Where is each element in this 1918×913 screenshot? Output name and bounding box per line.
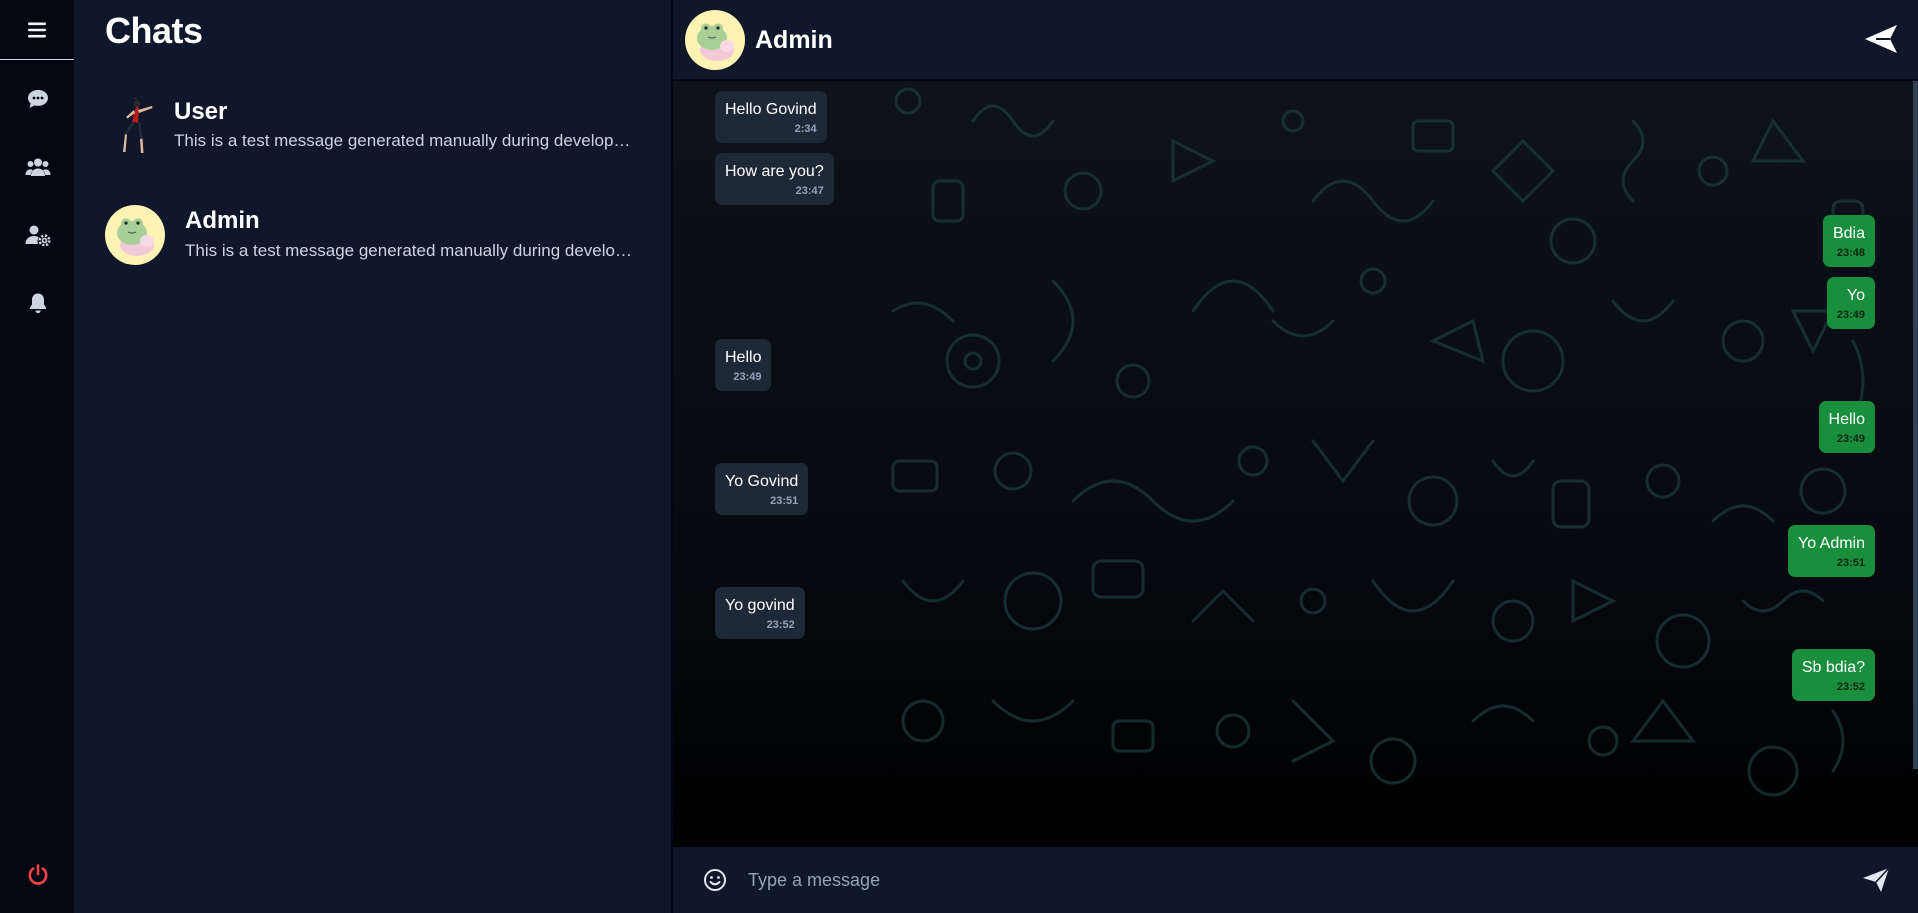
nav-groups-button[interactable]	[0, 133, 75, 201]
chat-bubble-icon	[27, 90, 48, 108]
user-settings-icon	[25, 225, 51, 246]
message-time: 23:52	[1836, 681, 1865, 693]
message-text: Yo Admin	[1797, 535, 1865, 552]
message-composer	[673, 847, 1918, 913]
send-icon[interactable]	[1862, 867, 1890, 893]
admin-avatar	[105, 205, 165, 265]
chat-list-item-user[interactable]: User This is a test message generated ma…	[75, 85, 673, 175]
chat-list-item-preview: This is a test message generated manuall…	[185, 241, 640, 260]
message-time: 2:34	[794, 123, 817, 135]
chat-list-panel: Chats User This is a test message genera…	[75, 0, 673, 913]
message-time: 23:49	[1836, 433, 1865, 445]
nav-notifications-button[interactable]	[0, 269, 75, 337]
navigation-rail	[0, 0, 75, 913]
message-input[interactable]	[746, 861, 1826, 899]
message-text: Bdia	[1832, 225, 1865, 242]
incoming-message[interactable]: How are you? 23:47	[715, 153, 834, 205]
users-icon	[25, 158, 50, 176]
message-time: 23:51	[1836, 557, 1865, 569]
scrollbar-thumb[interactable]	[1913, 81, 1918, 769]
user-avatar	[123, 97, 153, 153]
outgoing-message[interactable]: Sb bdia? 23:52	[1791, 649, 1875, 701]
background-doodle-pattern	[891, 87, 1865, 797]
chat-list-item-name: Admin	[185, 207, 260, 234]
bell-icon	[29, 293, 46, 314]
chat-list-item-preview: This is a test message generated manuall…	[174, 131, 644, 150]
message-scrollbar[interactable]	[1913, 81, 1918, 769]
nav-chats-button[interactable]	[0, 65, 75, 133]
message-text: Hello	[725, 349, 762, 366]
chat-list-item-name: User	[174, 98, 228, 125]
incoming-message[interactable]: Yo govind 23:52	[715, 587, 805, 639]
message-time: 23:52	[766, 619, 795, 631]
hamburger-menu-icon	[28, 22, 46, 37]
message-text: Sb bdia?	[1801, 659, 1865, 676]
outgoing-message[interactable]: Yo 23:49	[1826, 277, 1875, 329]
logout-button[interactable]	[0, 845, 75, 905]
message-text: Hello Govind	[725, 101, 817, 118]
conversation-avatar[interactable]	[685, 10, 745, 70]
paper-plane-left-icon[interactable]	[1864, 24, 1898, 54]
message-time: 23:51	[770, 495, 799, 507]
page-title: Chats	[105, 10, 203, 51]
message-list[interactable]: Hello Govind 2:34 How are you? 23:47 Bdia 23:…	[673, 81, 1918, 847]
outgoing-message[interactable]: Hello 23:49	[1818, 401, 1875, 453]
message-text: Hello	[1828, 411, 1865, 428]
message-text: Yo	[1846, 287, 1865, 304]
message-time: 23:49	[733, 371, 762, 383]
incoming-message[interactable]: Hello 23:49	[715, 339, 772, 391]
message-text: Yo govind	[725, 597, 795, 614]
nav-account-settings-button[interactable]	[0, 201, 75, 269]
power-icon	[28, 864, 47, 885]
incoming-message[interactable]: Yo Govind 23:51	[715, 463, 809, 515]
conversation-header: Admin	[673, 0, 1918, 81]
conversation-panel: Admin Hello Govind 2:34 How are you? 23:…	[673, 0, 1918, 913]
message-text: How are you?	[725, 163, 824, 180]
incoming-message[interactable]: Hello Govind 2:34	[715, 91, 827, 143]
smiley-icon[interactable]	[703, 868, 727, 892]
menu-button[interactable]	[0, 0, 74, 60]
conversation-title: Admin	[755, 26, 833, 54]
outgoing-message[interactable]: Yo Admin 23:51	[1787, 525, 1875, 577]
message-time: 23:47	[795, 185, 824, 197]
chat-list-item-admin[interactable]: Admin This is a test message generated m…	[75, 195, 673, 285]
message-time: 23:48	[1836, 247, 1865, 259]
message-time: 23:49	[1836, 309, 1865, 321]
outgoing-message[interactable]: Bdia 23:48	[1822, 215, 1875, 267]
message-text: Yo Govind	[725, 473, 799, 490]
